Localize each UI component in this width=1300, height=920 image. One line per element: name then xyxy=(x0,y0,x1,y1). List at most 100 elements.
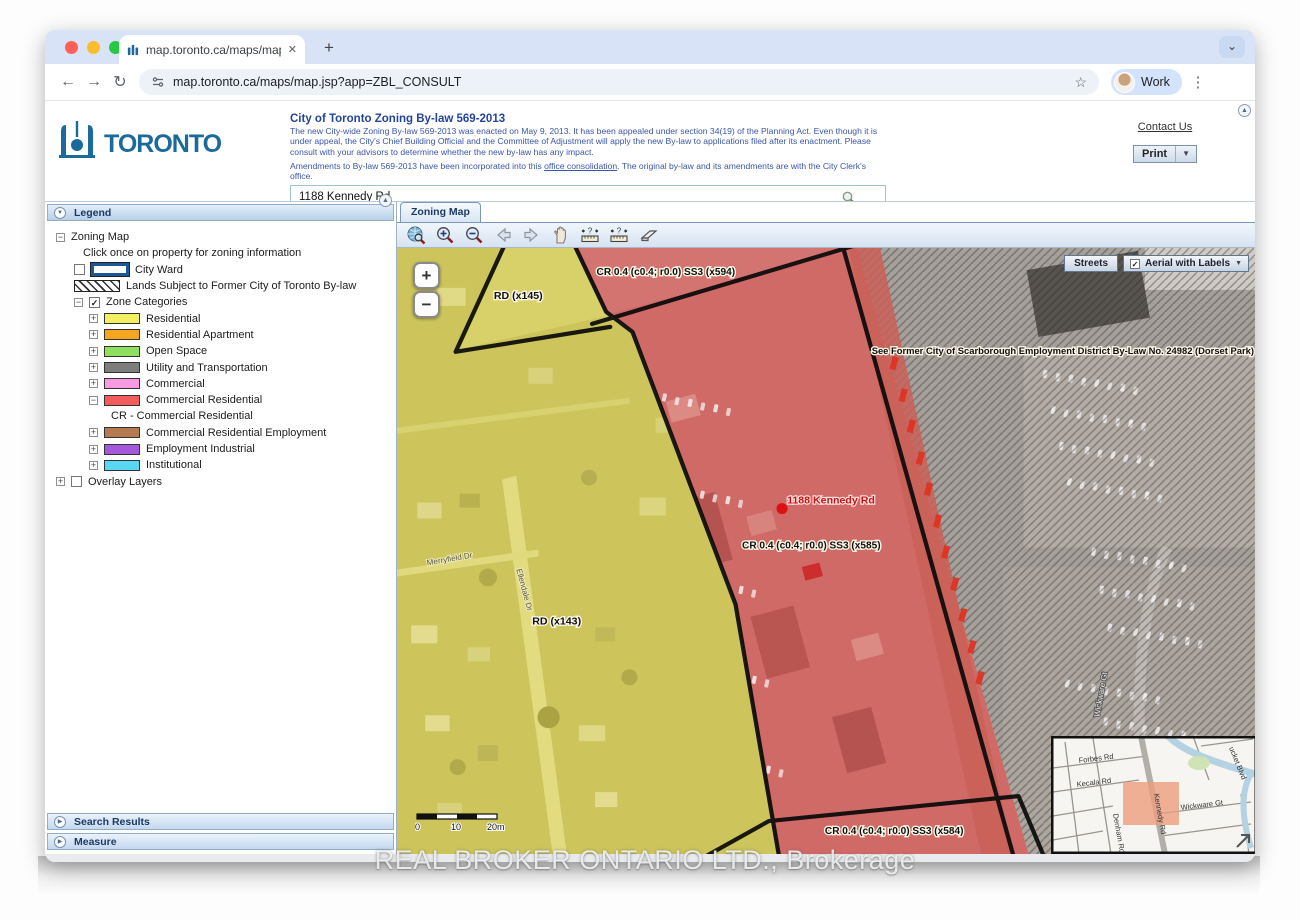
full-extent-button[interactable] xyxy=(405,225,427,245)
tab-search-chevron-icon[interactable]: ⌄ xyxy=(1219,36,1245,58)
expand-panel-icon[interactable]: ▶ xyxy=(54,816,66,828)
print-label[interactable]: Print xyxy=(1134,146,1176,162)
url-bar[interactable]: map.toronto.ca/maps/map.jsp?app=ZBL_CONS… xyxy=(139,69,1099,95)
print-caret-icon[interactable]: ▼ xyxy=(1176,146,1196,162)
tree-node-zoning-map[interactable]: − Zoning Map xyxy=(53,229,394,245)
zone-categories-checkbox[interactable]: ✓ xyxy=(89,297,100,308)
site-info-icon[interactable] xyxy=(151,75,165,89)
browser-toolbar: ← → ↻ map.toronto.ca/maps/map.jsp?app=ZB… xyxy=(45,64,1255,101)
tree-node-overlay-layers[interactable]: + Overlay Layers xyxy=(53,473,394,489)
brokerage-watermark: REAL BROKER ONTARIO LTD., Brokerage xyxy=(355,845,935,876)
measure-distance-tool[interactable]: ? xyxy=(579,225,601,245)
expand-icon[interactable]: + xyxy=(89,314,98,323)
office-consolidation-link[interactable]: office consolidation xyxy=(544,161,617,171)
tree-node-zone-categories[interactable]: − ✓ Zone Categories xyxy=(53,294,394,310)
tree-node-commercial[interactable]: + Commercial xyxy=(53,376,394,392)
tab-close-icon[interactable]: ✕ xyxy=(288,43,297,56)
url-text: map.toronto.ca/maps/map.jsp?app=ZBL_CONS… xyxy=(173,75,461,89)
city-ward-checkbox[interactable] xyxy=(74,264,85,275)
pan-tool[interactable] xyxy=(550,225,572,245)
tab-title: map.toronto.ca/maps/map.jsp xyxy=(146,43,281,57)
basemap-dropdown[interactable]: ✓ Aerial with Labels ▼ xyxy=(1123,255,1249,272)
zone-swatch xyxy=(104,378,140,389)
tree-node-city-ward[interactable]: City Ward xyxy=(53,262,394,278)
browser-menu-icon[interactable]: ⋮ xyxy=(1190,73,1206,91)
search-results-bar[interactable]: ▶ Search Results xyxy=(47,813,394,830)
map-zoom-out-button[interactable]: − xyxy=(413,291,440,318)
bylaw-description: The new City-wide Zoning By-law 569-2013… xyxy=(290,126,886,157)
tree-node-lands-subject[interactable]: Lands Subject to Former City of Toronto … xyxy=(53,278,394,294)
browser-window: map.toronto.ca/maps/map.jsp ✕ + ⌄ ← → ↻ … xyxy=(45,30,1255,862)
forward-button[interactable]: → xyxy=(81,73,107,91)
collapse-icon[interactable]: − xyxy=(89,396,98,405)
expand-icon[interactable]: + xyxy=(56,477,65,486)
screenshot-stage: map.toronto.ca/maps/map.jsp ✕ + ⌄ ← → ↻ … xyxy=(0,0,1300,920)
zoning-map-tab[interactable]: Zoning Map xyxy=(400,202,481,222)
expand-icon[interactable]: + xyxy=(89,330,98,339)
amend-prefix: Amendments to By-law 569-2013 have been … xyxy=(290,161,544,171)
expand-icon[interactable]: + xyxy=(89,363,98,372)
expand-panel-icon[interactable]: ▶ xyxy=(54,836,66,848)
expand-icon[interactable]: + xyxy=(89,461,98,470)
print-button[interactable]: Print ▼ xyxy=(1133,145,1197,163)
svg-text:CR 0.4 (c0.4; r0.0) SS3 (x594): CR 0.4 (c0.4; r0.0) SS3 (x594) xyxy=(597,267,736,278)
page-title: City of Toronto Zoning By-law 569-2013 xyxy=(290,113,886,125)
zone-swatch xyxy=(104,329,140,340)
zone-swatch xyxy=(104,444,140,455)
streets-basemap-button[interactable]: Streets xyxy=(1064,255,1118,272)
collapse-icon[interactable]: − xyxy=(56,233,65,242)
inset-extent-box[interactable] xyxy=(1123,782,1179,825)
tree-node-utility-transportation[interactable]: + Utility and Transportation xyxy=(53,359,394,375)
back-button[interactable]: ← xyxy=(55,73,81,91)
profile-chip[interactable]: Work xyxy=(1111,69,1182,95)
next-extent-button[interactable] xyxy=(521,225,543,245)
expand-icon[interactable]: + xyxy=(89,428,98,437)
map-zoom-in-button[interactable]: + xyxy=(413,262,440,289)
svg-text:?: ? xyxy=(617,227,622,236)
tree-node-open-space[interactable]: + Open Space xyxy=(53,343,394,359)
contact-us-link[interactable]: Contact Us xyxy=(1138,121,1192,133)
tree-node-residential[interactable]: + Residential xyxy=(53,310,394,326)
header-collapse-button[interactable]: ▲ xyxy=(1238,104,1251,117)
tab-strip: map.toronto.ca/maps/map.jsp ✕ + ⌄ xyxy=(45,30,1255,64)
new-tab-button[interactable]: + xyxy=(317,38,341,58)
toronto-wordmark: TORONTO xyxy=(104,130,221,159)
eraser-tool[interactable] xyxy=(637,225,659,245)
toronto-cityhall-icon xyxy=(55,119,99,159)
dropdown-caret-icon[interactable]: ▼ xyxy=(1235,260,1242,267)
overview-inset-map[interactable]: Forbes Rd Kecala Rd Denham Rd Kennedy Rd… xyxy=(1051,736,1255,854)
zoom-out-tool[interactable] xyxy=(463,225,485,245)
browser-tab[interactable]: map.toronto.ca/maps/map.jsp ✕ xyxy=(119,35,305,64)
svg-text:RD (x145): RD (x145) xyxy=(494,290,543,302)
svg-text:20m: 20m xyxy=(487,822,505,832)
measure-area-tool[interactable]: ? xyxy=(608,225,630,245)
legend-collapse-icon[interactable]: ▼ xyxy=(54,207,66,219)
reload-button[interactable]: ↻ xyxy=(107,72,133,92)
svg-text:CR 0.4 (c0.4; r0.0) SS3 (x585): CR 0.4 (c0.4; r0.0) SS3 (x585) xyxy=(742,541,881,552)
legend-tree: − Zoning Map Click once on property for … xyxy=(47,221,394,810)
expand-icon[interactable]: + xyxy=(89,347,98,356)
legend-header-bar[interactable]: ▼ Legend xyxy=(47,204,394,221)
overlay-layers-checkbox[interactable] xyxy=(71,476,82,487)
map-viewport[interactable]: Merryfield Dr Ellendale Dr Wickware Gt C… xyxy=(397,248,1255,854)
sidebar-collapse-button[interactable]: ▲ xyxy=(379,194,392,207)
tree-node-employment-industrial[interactable]: + Employment Industrial xyxy=(53,441,394,457)
expand-icon[interactable]: + xyxy=(89,445,98,454)
basemap-checkbox[interactable]: ✓ xyxy=(1130,259,1140,269)
measure-bar[interactable]: ▶ Measure xyxy=(47,833,394,850)
lands-subject-swatch xyxy=(74,280,120,292)
minimize-window-button[interactable] xyxy=(87,41,100,54)
collapse-icon[interactable]: − xyxy=(74,298,83,307)
zone-swatch xyxy=(104,362,140,373)
tree-node-commercial-residential[interactable]: − Commercial Residential xyxy=(53,392,394,408)
map-toolbar: ? ? xyxy=(397,222,1255,248)
tree-node-institutional[interactable]: + Institutional xyxy=(53,457,394,473)
tree-node-commercial-residential-employment[interactable]: + Commercial Residential Employment xyxy=(53,425,394,441)
tree-node-cr-sub[interactable]: CR - Commercial Residential xyxy=(53,408,394,424)
zoom-in-tool[interactable] xyxy=(434,225,456,245)
previous-extent-button[interactable] xyxy=(492,225,514,245)
bookmark-star-icon[interactable]: ☆ xyxy=(1074,74,1087,91)
tree-node-residential-apartment[interactable]: + Residential Apartment xyxy=(53,327,394,343)
expand-icon[interactable]: + xyxy=(89,379,98,388)
close-window-button[interactable] xyxy=(65,41,78,54)
